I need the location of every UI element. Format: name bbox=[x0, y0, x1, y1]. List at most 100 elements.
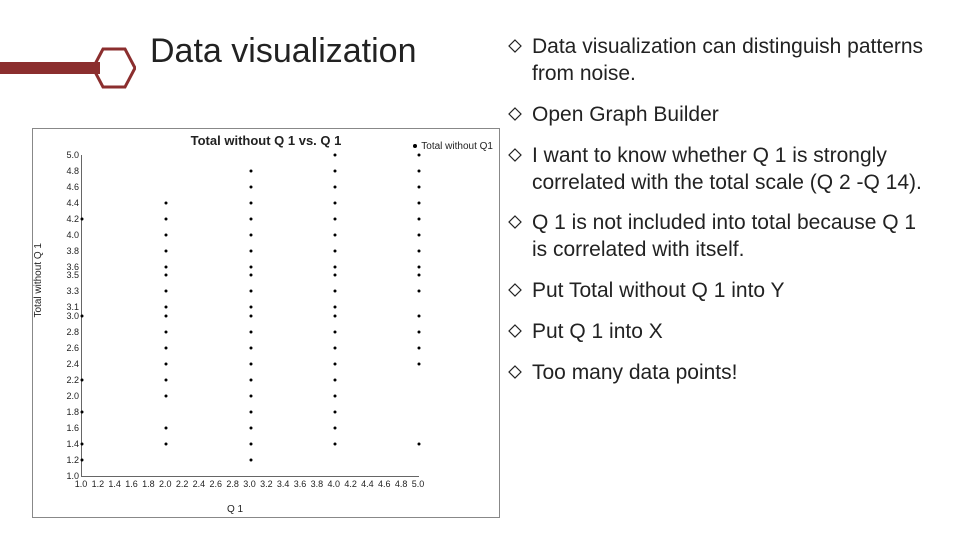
data-point bbox=[249, 234, 252, 237]
data-point bbox=[249, 378, 252, 381]
data-point bbox=[249, 290, 252, 293]
chart-legend: Total without Q1 bbox=[413, 141, 493, 152]
x-tick: 1.8 bbox=[142, 479, 155, 489]
bullet-list: Data visualization can distinguish patte… bbox=[508, 34, 928, 401]
x-tick: 1.2 bbox=[92, 479, 105, 489]
bullet-text: I want to know whether Q 1 is strongly c… bbox=[532, 143, 928, 197]
data-point bbox=[165, 426, 168, 429]
data-point bbox=[165, 274, 168, 277]
scatter-chart: Total without Q 1 vs. Q 1 Total without … bbox=[32, 128, 500, 518]
diamond-icon bbox=[508, 143, 526, 197]
x-tick: 3.0 bbox=[243, 479, 256, 489]
y-tick: 1.2 bbox=[66, 455, 79, 465]
y-tick: 4.4 bbox=[66, 198, 79, 208]
y-tick: 5.0 bbox=[66, 150, 79, 160]
data-point bbox=[333, 154, 336, 157]
data-point bbox=[333, 266, 336, 269]
bullet-text: Data visualization can distinguish patte… bbox=[532, 34, 928, 88]
data-point bbox=[418, 250, 421, 253]
bullet-item: Put Q 1 into X bbox=[508, 319, 928, 346]
x-tick: 3.2 bbox=[260, 479, 273, 489]
data-point bbox=[333, 314, 336, 317]
y-tick: 3.6 bbox=[66, 262, 79, 272]
x-axis-label: Q 1 bbox=[33, 504, 437, 515]
data-point bbox=[333, 250, 336, 253]
data-point bbox=[249, 362, 252, 365]
data-point bbox=[165, 202, 168, 205]
data-point bbox=[333, 234, 336, 237]
data-point bbox=[249, 314, 252, 317]
data-point bbox=[418, 314, 421, 317]
data-point bbox=[249, 426, 252, 429]
data-point bbox=[165, 378, 168, 381]
data-point bbox=[165, 394, 168, 397]
data-point bbox=[333, 426, 336, 429]
data-point bbox=[249, 250, 252, 253]
bullet-text: Put Q 1 into X bbox=[532, 319, 928, 346]
x-tick: 3.8 bbox=[311, 479, 324, 489]
x-tick: 4.0 bbox=[327, 479, 340, 489]
data-point bbox=[165, 330, 168, 333]
data-point bbox=[249, 202, 252, 205]
data-point bbox=[333, 346, 336, 349]
data-point bbox=[333, 218, 336, 221]
data-point bbox=[333, 170, 336, 173]
bullet-text: Put Total without Q 1 into Y bbox=[532, 278, 928, 305]
data-point bbox=[249, 266, 252, 269]
data-point bbox=[165, 250, 168, 253]
bullet-item: I want to know whether Q 1 is strongly c… bbox=[508, 143, 928, 197]
data-point bbox=[418, 362, 421, 365]
x-tick: 4.6 bbox=[378, 479, 391, 489]
data-point bbox=[418, 234, 421, 237]
data-point bbox=[333, 186, 336, 189]
legend-label: Total without Q1 bbox=[421, 141, 493, 152]
data-point bbox=[249, 186, 252, 189]
x-tick: 4.8 bbox=[395, 479, 408, 489]
x-tick: 2.4 bbox=[193, 479, 206, 489]
data-point bbox=[333, 274, 336, 277]
bullet-text: Too many data points! bbox=[532, 360, 928, 387]
x-tick: 2.8 bbox=[226, 479, 239, 489]
plot-area bbox=[81, 155, 419, 477]
data-point bbox=[249, 442, 252, 445]
bullet-text: Q 1 is not included into total because Q… bbox=[532, 210, 928, 264]
data-point bbox=[333, 290, 336, 293]
data-point bbox=[333, 330, 336, 333]
data-point bbox=[165, 306, 168, 309]
data-point bbox=[418, 186, 421, 189]
data-point bbox=[418, 154, 421, 157]
hexagon-icon bbox=[92, 46, 136, 90]
diamond-icon bbox=[508, 210, 526, 264]
data-point bbox=[249, 330, 252, 333]
data-point bbox=[333, 306, 336, 309]
data-point bbox=[249, 170, 252, 173]
x-tick: 1.0 bbox=[75, 479, 88, 489]
x-tick: 2.6 bbox=[210, 479, 223, 489]
data-point bbox=[333, 442, 336, 445]
data-point bbox=[165, 346, 168, 349]
data-point bbox=[165, 362, 168, 365]
x-tick: 3.6 bbox=[294, 479, 307, 489]
data-point bbox=[418, 218, 421, 221]
data-point bbox=[165, 218, 168, 221]
data-point bbox=[165, 234, 168, 237]
diamond-icon bbox=[508, 319, 526, 346]
x-tick: 1.4 bbox=[108, 479, 121, 489]
y-tick: 3.1 bbox=[66, 302, 79, 312]
data-point bbox=[165, 266, 168, 269]
data-point bbox=[81, 378, 84, 381]
accent-bar bbox=[0, 62, 100, 74]
data-point bbox=[249, 458, 252, 461]
data-point bbox=[418, 266, 421, 269]
y-tick: 2.2 bbox=[66, 375, 79, 385]
y-tick: 2.8 bbox=[66, 327, 79, 337]
x-tick: 1.6 bbox=[125, 479, 138, 489]
bullet-item: Too many data points! bbox=[508, 360, 928, 387]
x-tick: 5.0 bbox=[412, 479, 425, 489]
y-tick: 4.2 bbox=[66, 214, 79, 224]
data-point bbox=[418, 290, 421, 293]
y-tick: 3.8 bbox=[66, 246, 79, 256]
data-point bbox=[165, 442, 168, 445]
bullet-item: Open Graph Builder bbox=[508, 102, 928, 129]
data-point bbox=[249, 346, 252, 349]
